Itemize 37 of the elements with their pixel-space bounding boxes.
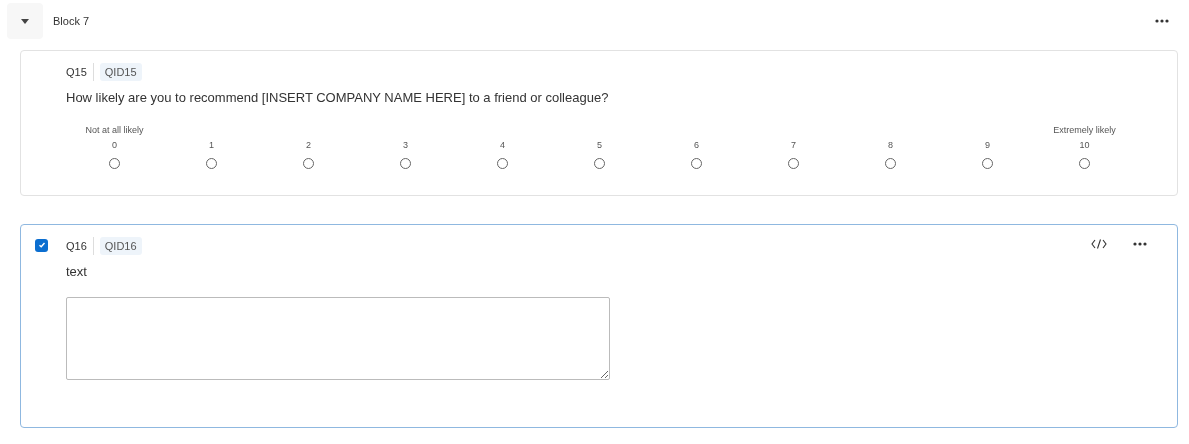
- radio-button[interactable]: [594, 157, 605, 169]
- block-title: Block 7: [53, 13, 90, 29]
- question-id-tag: QID15: [99, 63, 142, 81]
- radio-button[interactable]: [303, 157, 314, 169]
- radio-button[interactable]: [206, 157, 217, 169]
- scale-number: 0: [112, 138, 117, 152]
- radio-button[interactable]: [109, 157, 120, 169]
- scale-number: 5: [597, 138, 602, 152]
- scale-number: 1: [209, 138, 214, 152]
- question-text: text: [66, 262, 88, 281]
- scale-number: 3: [403, 138, 408, 152]
- question-number: Q16: [66, 236, 94, 255]
- more-icon[interactable]: [1155, 19, 1169, 23]
- checkbox[interactable]: [35, 238, 48, 252]
- scale-number: 6: [694, 138, 699, 152]
- scale-number: 2: [306, 138, 311, 152]
- scale-number: 10: [1079, 138, 1090, 152]
- question-number: Q15: [66, 63, 94, 81]
- radio-button[interactable]: [982, 157, 993, 169]
- scale-number: 9: [985, 138, 990, 152]
- radio-button[interactable]: [788, 157, 799, 169]
- radio-button[interactable]: [885, 157, 896, 169]
- code-icon[interactable]: [1091, 238, 1107, 249]
- scale-number: 4: [500, 138, 505, 152]
- scale-number: 7: [791, 138, 796, 152]
- radio-button[interactable]: [400, 157, 411, 169]
- radio-button[interactable]: [1079, 157, 1090, 169]
- scale-high-label: Extremely likely: [1053, 124, 1116, 135]
- scale-low-label: Not at all likely: [85, 124, 144, 135]
- radio-button[interactable]: [691, 157, 702, 169]
- question-id-tag: QID16: [99, 236, 142, 255]
- question-text: How likely are you to recommend [INSERT COMPANY NAME HERE] to a friend or colleague?: [66, 89, 610, 107]
- check-icon: [37, 241, 46, 249]
- scale-number: 8: [888, 138, 893, 152]
- radio-button[interactable]: [497, 157, 508, 169]
- more-icon[interactable]: [1133, 241, 1147, 246]
- text-input-field[interactable]: [66, 297, 610, 380]
